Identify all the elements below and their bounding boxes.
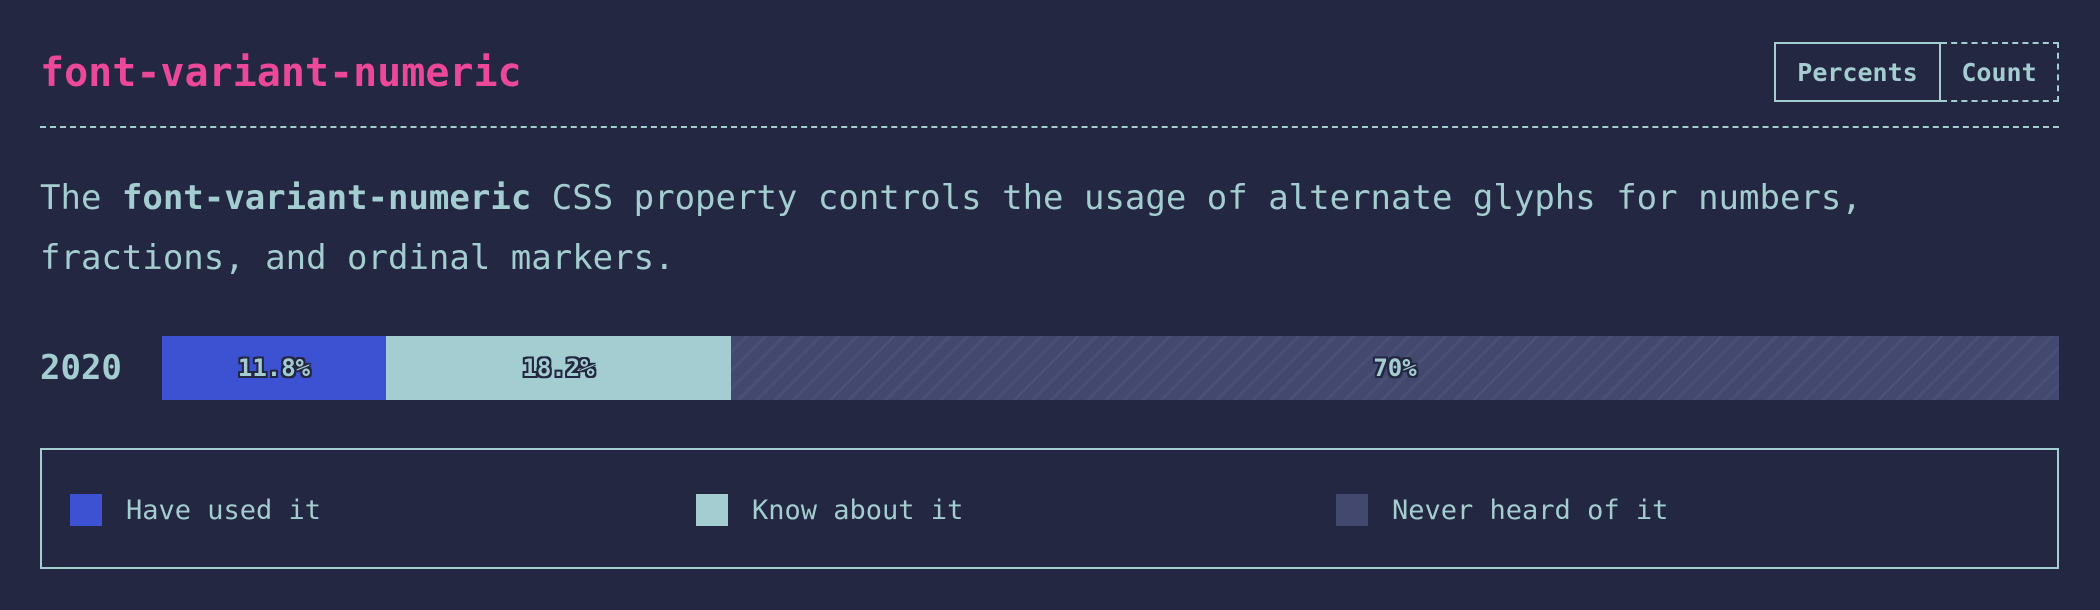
bar-segment-have-used[interactable]: 11.8% [162, 336, 386, 400]
unit-toggle: Percents Count [1774, 42, 2059, 102]
property-name: font-variant-numeric [121, 178, 532, 218]
bar-segment-know-about[interactable]: 18.2% [386, 336, 731, 400]
data-label-never-heard: 70% [1373, 354, 1417, 382]
legend-swatch-know-about [696, 494, 728, 526]
data-label-know-about: 18.2% [522, 354, 595, 382]
stacked-bar-2020: 11.8% 18.2% 70% [162, 336, 2059, 400]
feature-description: The font-variant-numeric CSS property co… [40, 168, 2040, 288]
legend-item-know-about[interactable]: Know about it [696, 494, 963, 526]
data-label-have-used: 11.8% [237, 354, 311, 382]
legend-item-have-used[interactable]: Have used it [70, 494, 321, 526]
page-title: font-variant-numeric [40, 50, 522, 96]
description-prefix: The [40, 178, 122, 218]
bar-segment-never-heard[interactable]: 70% [731, 336, 2059, 400]
legend-label-never-heard: Never heard of it [1392, 494, 1669, 526]
year-label: 2020 [40, 348, 122, 388]
legend-label-know-about: Know about it [752, 494, 964, 526]
legend-item-never-heard[interactable]: Never heard of it [1336, 494, 1668, 526]
legend-swatch-never-heard [1336, 494, 1368, 526]
legend-swatch-have-used [70, 494, 102, 526]
chart-legend: Have used it Know about it Never heard o… [40, 448, 2059, 569]
legend-label-have-used: Have used it [126, 494, 322, 526]
percents-button[interactable]: Percents [1774, 42, 1941, 102]
count-button[interactable]: Count [1941, 42, 2059, 102]
chart-header: font-variant-numeric Percents Count [40, 40, 2059, 128]
